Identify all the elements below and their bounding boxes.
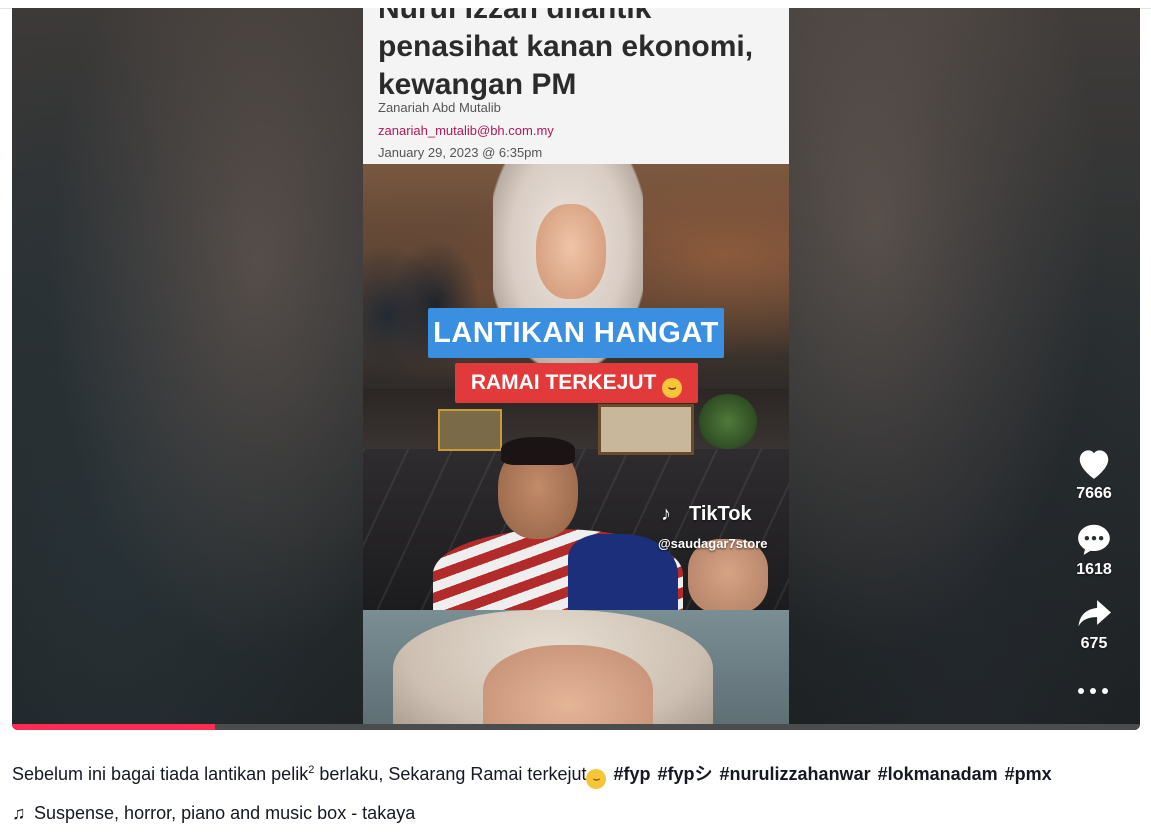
- hashtag-link[interactable]: #nurulizzahanwar: [720, 764, 871, 784]
- article-headline-line1: Nurul Izzah dilantik: [378, 8, 652, 25]
- video-player[interactable]: Nurul Izzah dilantik penasihat kanan eko…: [12, 8, 1140, 730]
- overlay-subtitle-text: RAMAI TERKEJUT: [470, 371, 657, 394]
- share-count: 675: [1080, 635, 1108, 652]
- caption-text-before: Sebelum ini bagai tiada lantikan pelik: [12, 764, 309, 784]
- video-frame[interactable]: Nurul Izzah dilantik penasihat kanan eko…: [363, 8, 789, 730]
- article-date: January 29, 2023 @ 6:35pm: [378, 145, 543, 160]
- article-author: Zanariah Abd Mutalib: [378, 100, 501, 115]
- music-title: Suspense, horror, piano and music box - …: [34, 803, 416, 823]
- background-people: [363, 204, 483, 389]
- tiktok-watermark: ♪ TikTok: [661, 503, 752, 526]
- comment-button[interactable]: 1618: [1062, 521, 1126, 579]
- article-headline-line2: penasihat kanan ekonomi,: [378, 30, 754, 63]
- hashtag-link[interactable]: #pmx: [1005, 764, 1052, 784]
- video-scene-closeup: [363, 610, 789, 730]
- hashtag-link[interactable]: #fyp: [613, 764, 650, 784]
- hashtag-link[interactable]: #fypシ: [658, 764, 713, 784]
- laughing-emoji-icon: ⌣: [662, 378, 683, 398]
- face-closeup-shape: [483, 645, 653, 730]
- share-button[interactable]: 675: [1062, 597, 1126, 653]
- video-progress-fill: [12, 724, 216, 730]
- shelf-plaque: [598, 404, 694, 455]
- video-progress-bar[interactable]: [12, 724, 1140, 730]
- man-hair-shape: [501, 437, 575, 465]
- face-shape: [536, 204, 606, 299]
- blurred-backdrop-left: [12, 8, 363, 730]
- plant-pot: [698, 394, 758, 449]
- overlay-subtitle: RAMAI TERKEJUT ⌣: [455, 363, 698, 403]
- video-caption: Sebelum ini bagai tiada lantikan pelik2 …: [12, 760, 1052, 789]
- article-headline: Nurul Izzah dilantik penasihat kanan eko…: [378, 8, 778, 104]
- like-button[interactable]: 7666: [1062, 445, 1126, 503]
- article-headline-line3: kewangan PM: [378, 68, 577, 101]
- more-options-icon[interactable]: [1075, 681, 1113, 697]
- video-scene-man: [363, 389, 789, 619]
- article-email: zanariah_mutalib@bh.com.my: [378, 123, 554, 138]
- music-note-icon: ♫: [12, 803, 26, 823]
- tiktok-watermark-text: TikTok: [689, 503, 752, 525]
- share-arrow-icon: [1078, 600, 1111, 627]
- tiktok-logo-icon: ♪: [661, 503, 671, 525]
- hashtag-link[interactable]: #lokmanadam: [878, 764, 998, 784]
- news-article-screenshot: Nurul Izzah dilantik penasihat kanan eko…: [363, 8, 789, 164]
- comment-icon: [1078, 524, 1110, 555]
- like-count: 7666: [1076, 485, 1112, 502]
- heart-icon: [1079, 450, 1109, 479]
- overlay-title: LANTIKAN HANGAT: [428, 308, 724, 358]
- music-link[interactable]: ♫ Suspense, horror, piano and music box -…: [12, 803, 415, 824]
- caption-text-after: berlaku, Sekarang Ramai terkejut: [314, 764, 587, 784]
- laughing-emoji-icon: ⌣: [586, 769, 607, 789]
- creator-handle: @saudagar7store: [658, 536, 768, 551]
- comment-count: 1618: [1076, 561, 1112, 578]
- shelf-frame: [438, 409, 502, 451]
